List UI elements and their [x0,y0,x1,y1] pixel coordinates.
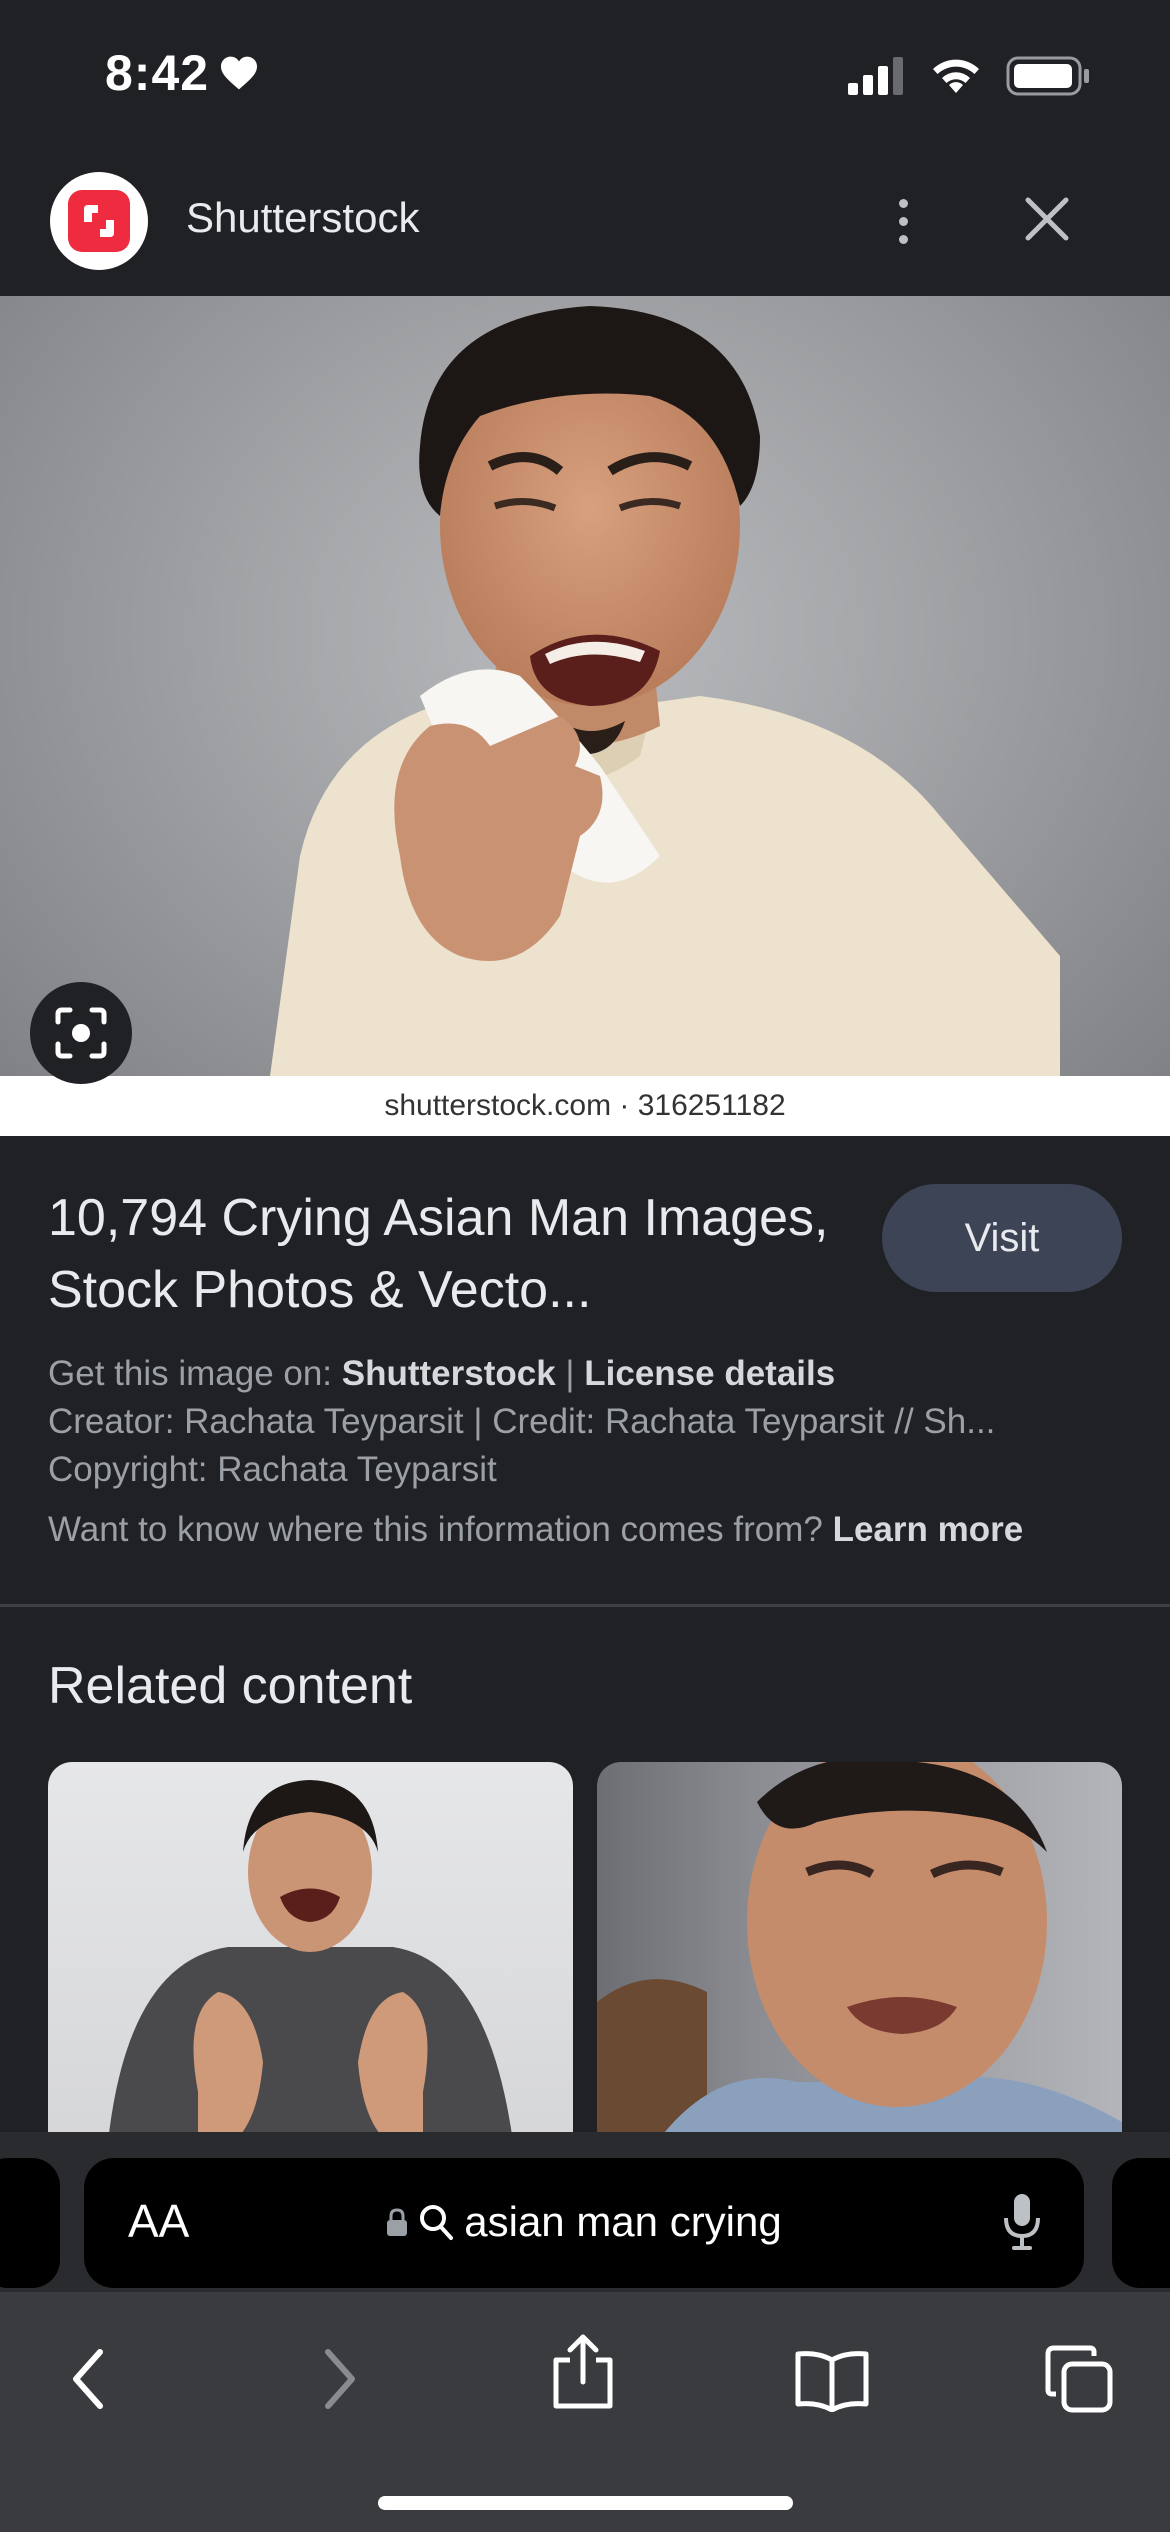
copyright-line: Copyright: Rachata Teyparsit [48,1450,497,1489]
get-image-line: Get this image on: Shutterstock | Licens… [48,1354,836,1393]
status-time-group: 8:42 [105,44,259,102]
result-title[interactable]: 10,794 Crying Asian Man Images, Stock Ph… [48,1182,868,1326]
next-tab-peek[interactable] [1112,2158,1170,2288]
learn-more-link[interactable]: Learn more [833,1510,1024,1549]
more-options-button[interactable] [878,186,928,256]
google-lens-button[interactable] [30,982,132,1084]
more-vertical-icon [898,198,908,208]
status-icons [848,56,1090,96]
related-photo-2 [597,1762,1122,2142]
lock-icon [387,2208,408,2236]
related-content-title: Related content [48,1657,413,1715]
forward-icon[interactable] [318,2346,362,2412]
previous-tab-peek[interactable] [0,2158,60,2288]
crying-man-photo [270,306,1060,1076]
creator-line: Creator: Rachata Teyparsit | Credit: Rac… [48,1402,996,1441]
related-photo-1 [108,1780,513,2142]
browser-toolbar: AA asian man crying [0,2132,1170,2532]
search-icon [420,2205,454,2240]
main-image[interactable]: shutterstock.com · 316251182 [0,296,1170,1136]
back-icon[interactable] [66,2346,110,2412]
address-text[interactable]: asian man crying [84,2198,1084,2246]
image-watermark-strip: shutterstock.com · 316251182 [0,1076,1170,1136]
source-header: Shutterstock [0,150,1170,296]
address-bar-area: AA asian man crying [0,2132,1170,2292]
image-watermark: shutterstock.com · 316251182 [384,1089,786,1122]
info-source-line: Want to know where this information come… [48,1510,1024,1549]
google-lens-icon [55,1007,107,1059]
bookmarks-icon[interactable] [794,2348,870,2412]
section-divider [0,1604,1170,1607]
microphone-icon[interactable] [1002,2190,1042,2252]
related-thumbnail[interactable] [597,1762,1122,2142]
heart-icon [221,56,258,90]
visit-button[interactable]: Visit [882,1184,1122,1292]
shutterstock-logo-mark [68,190,130,252]
battery-icon [1006,56,1089,96]
wifi-icon [933,59,979,93]
shutterstock-logo[interactable] [50,172,148,270]
source-link[interactable]: Shutterstock [342,1354,556,1393]
address-bar[interactable]: AA asian man crying [84,2158,1084,2288]
related-thumbnail[interactable] [48,1762,573,2142]
close-icon[interactable] [1022,194,1072,244]
share-icon[interactable] [550,2332,616,2410]
home-indicator [378,2496,793,2510]
status-bar: 8:42 [0,0,1170,150]
cellular-signal-icon [848,57,903,95]
status-time: 8:42 [105,45,210,101]
tabs-icon[interactable] [1044,2344,1114,2414]
license-details-link[interactable]: License details [584,1354,835,1393]
search-query: asian man crying [464,2198,782,2245]
source-name[interactable]: Shutterstock [186,194,419,242]
